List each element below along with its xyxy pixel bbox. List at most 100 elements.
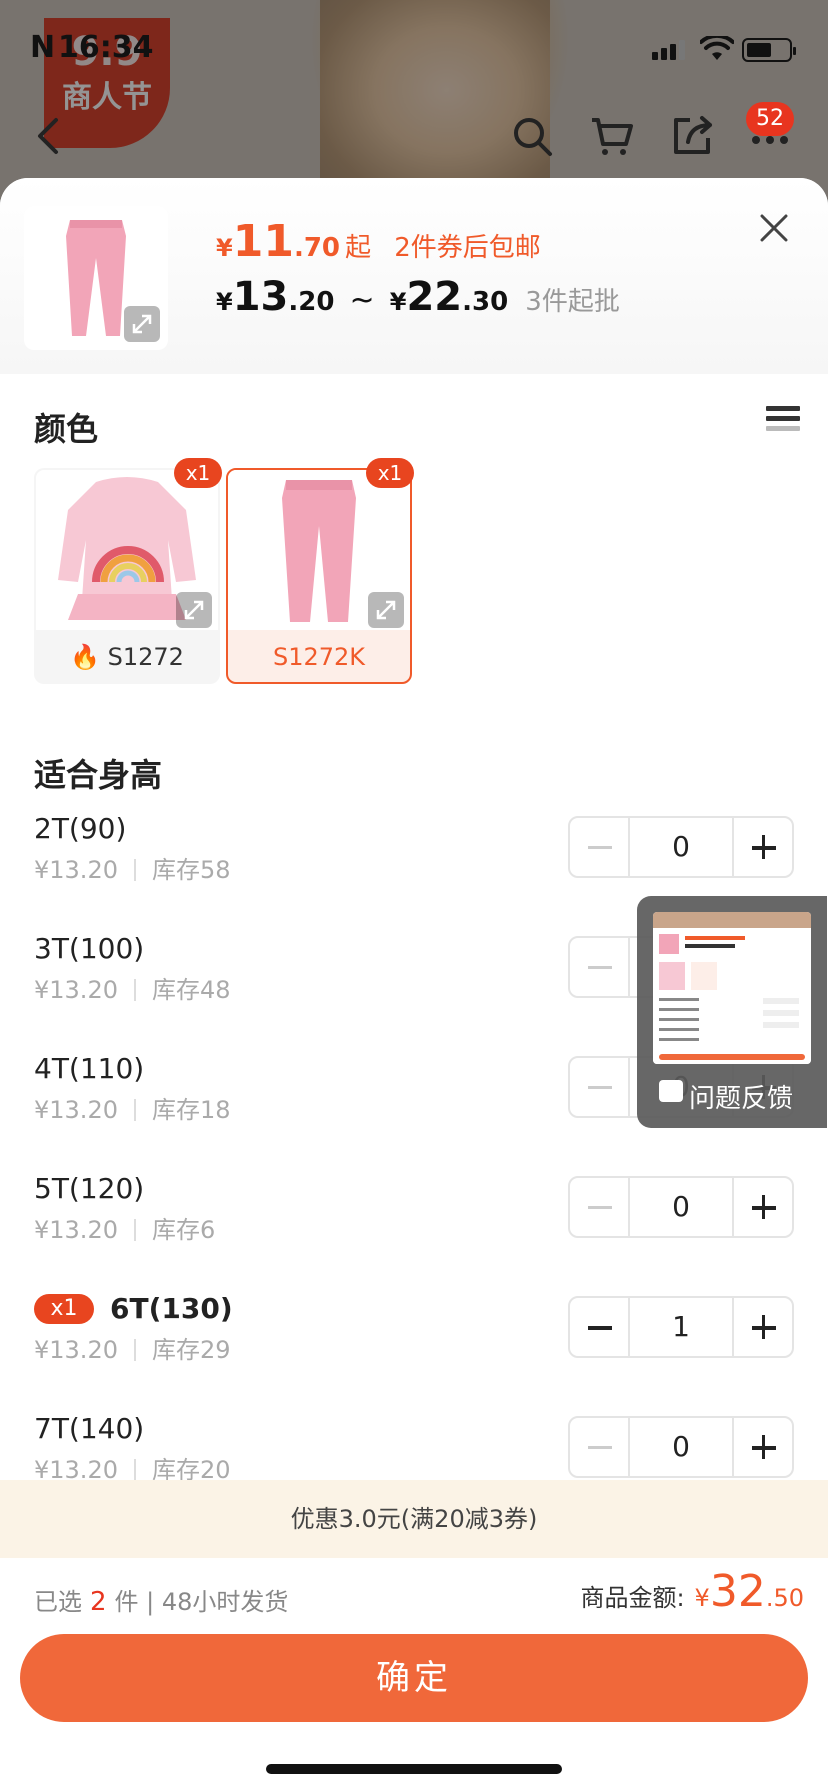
color-option-s1272k[interactable]: S1272K x1 — [226, 458, 414, 684]
start-price-dec: .70 — [293, 233, 340, 263]
quantity-value[interactable]: 1 — [630, 1298, 732, 1356]
quantity-value[interactable]: 0 — [630, 1418, 732, 1476]
range-low-dec: .20 — [288, 287, 335, 317]
range-separator: ~ — [349, 283, 375, 318]
expand-icon[interactable] — [124, 306, 160, 342]
decrease-button[interactable] — [570, 938, 630, 996]
quantity-stepper: 0 — [568, 1416, 794, 1478]
quantity-value[interactable]: 0 — [630, 1178, 732, 1236]
range-high-dec: .30 — [462, 287, 509, 317]
quantity-value[interactable]: 0 — [630, 818, 732, 876]
size-stock: 库存6 — [151, 1216, 216, 1244]
sheet-header: ¥11.70 起 2件券后包邮 ¥13.20 ~ ¥22.30 3件起批 — [0, 178, 828, 374]
quantity-stepper: 0 — [568, 1176, 794, 1238]
size-price: ¥13.20 — [34, 856, 118, 884]
minus-icon — [588, 1326, 612, 1330]
coupon-text: 2件券后包邮 — [394, 233, 541, 263]
decrease-button[interactable] — [570, 1418, 630, 1476]
color-option-name: S1272K — [272, 643, 366, 671]
increase-button[interactable] — [732, 1178, 792, 1236]
range-low-int: 13 — [232, 274, 289, 320]
cart-icon[interactable] — [588, 112, 636, 160]
size-price: ¥13.20 — [34, 1336, 118, 1364]
currency-symbol: ¥ — [694, 1584, 710, 1612]
back-icon[interactable] — [26, 112, 74, 160]
expand-icon[interactable] — [368, 592, 404, 628]
minus-icon — [588, 966, 612, 969]
decrease-button[interactable] — [570, 1298, 630, 1356]
increase-button[interactable] — [732, 1298, 792, 1356]
size-price-stock: ¥13.20 库存48 — [34, 970, 231, 1005]
size-price-stock: ¥13.20 库存6 — [34, 1210, 215, 1245]
quantity-stepper: 0 — [568, 816, 794, 878]
selected-count: 2 — [90, 1587, 107, 1617]
confirm-button[interactable]: 确定 — [20, 1634, 808, 1722]
status-time: 16:34 — [58, 30, 154, 65]
minimum-order-text: 3件起批 — [525, 287, 620, 317]
size-row-6t: x1 6T(130) ¥13.20 库存29 1 — [14, 1292, 814, 1396]
hot-flame-icon: 🔥 — [70, 643, 100, 671]
size-stock: 库存48 — [151, 976, 231, 1004]
message-count-badge: 52 — [746, 102, 794, 136]
amount-label: 商品金额: — [580, 1584, 685, 1612]
size-price: ¥13.20 — [34, 976, 118, 1004]
size-name: 7T(140) — [34, 1412, 145, 1445]
minus-icon — [588, 1206, 612, 1209]
product-nav-bar — [0, 100, 828, 180]
quantity-stepper: 1 — [568, 1296, 794, 1358]
minus-icon — [588, 1446, 612, 1449]
signal-icon — [652, 40, 688, 60]
product-thumbnail[interactable] — [24, 206, 168, 350]
size-name: 2T(90) — [34, 812, 127, 845]
increase-button[interactable] — [732, 1418, 792, 1476]
decrease-button[interactable] — [570, 818, 630, 876]
screenshot-preview — [653, 912, 811, 1064]
amount-dec: .50 — [765, 1584, 804, 1612]
selected-count-badge: x1 — [174, 458, 222, 488]
currency-symbol: ¥ — [216, 234, 233, 262]
expand-icon[interactable] — [176, 592, 212, 628]
increase-button[interactable] — [732, 818, 792, 876]
decrease-button[interactable] — [570, 1058, 630, 1116]
size-price-stock: ¥13.20 库存18 — [34, 1090, 231, 1125]
range-high-int: 22 — [406, 274, 463, 320]
size-section-title: 适合身高 — [34, 756, 163, 794]
close-icon[interactable] — [754, 208, 794, 248]
size-name: 4T(110) — [34, 1052, 145, 1085]
minus-icon — [588, 1086, 612, 1089]
status-bar: N 16:34 — [0, 0, 828, 100]
selected-count-badge: x1 — [366, 458, 414, 488]
list-view-icon[interactable] — [766, 406, 800, 442]
battery-icon — [742, 38, 796, 62]
feedback-label: 问题反馈 — [689, 1084, 794, 1114]
size-name: 5T(120) — [34, 1172, 145, 1205]
minus-icon — [588, 846, 612, 849]
decrease-button[interactable] — [570, 1178, 630, 1236]
size-price: ¥13.20 — [34, 1216, 118, 1244]
price-range: ¥13.20 ~ ¥22.30 3件起批 — [216, 274, 620, 320]
chat-icon — [659, 1080, 683, 1102]
start-price-int: 11 — [232, 216, 294, 267]
search-icon[interactable] — [508, 112, 556, 160]
selected-prefix: 已选 — [34, 1588, 82, 1616]
feedback-widget[interactable]: 问题反馈 — [637, 896, 827, 1128]
size-price-stock: ¥13.20 库存58 — [34, 850, 231, 885]
selected-summary: 已选 2 件 | 48小时发货 — [34, 1582, 288, 1617]
size-row-5t: 5T(120) ¥13.20 库存6 0 — [14, 1172, 814, 1276]
start-suffix: 起 — [345, 233, 372, 263]
share-icon[interactable] — [668, 112, 716, 160]
carrier-fragment: N — [30, 30, 56, 65]
size-name: 6T(130) — [110, 1292, 233, 1325]
color-option-s1272[interactable]: 🔥 S1272 x1 — [34, 458, 222, 684]
size-price: ¥13.20 — [34, 1096, 118, 1124]
size-price-stock: ¥13.20 库存29 — [34, 1330, 231, 1365]
size-stock: 库存58 — [151, 856, 231, 884]
color-option-label: 🔥 S1272 — [36, 630, 218, 684]
size-name: 3T(100) — [34, 932, 145, 965]
order-summary: 已选 2 件 | 48小时发货 商品金额: ¥32.50 — [0, 1558, 828, 1634]
size-stock: 库存29 — [151, 1336, 231, 1364]
selected-count-badge: x1 — [34, 1294, 94, 1324]
home-indicator[interactable] — [266, 1764, 562, 1774]
promo-bar: 优惠3.0元(满20减3券) — [0, 1480, 828, 1558]
currency-symbol: ¥ — [389, 288, 407, 316]
